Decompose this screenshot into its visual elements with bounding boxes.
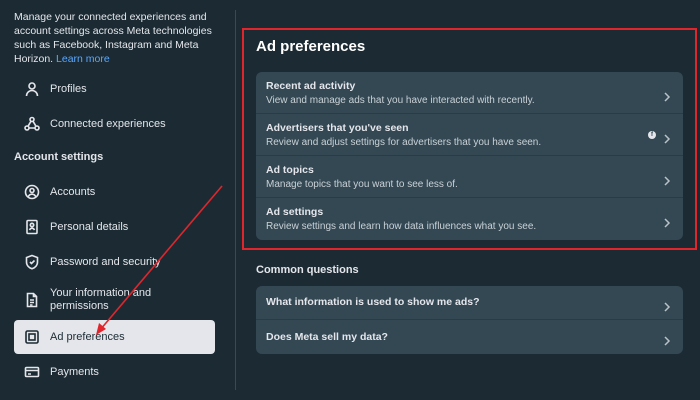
id-card-icon [23,218,41,236]
sidebar-divider [235,10,236,390]
connected-nodes-icon [23,115,41,133]
chevron-right-icon [663,215,671,228]
sidebar-item-label: Personal details [50,221,129,233]
sidebar-item-label: Accounts [50,186,96,198]
sidebar-item-label: Profiles [50,83,87,95]
sidebar-item-personal-details[interactable]: Personal details [14,210,215,244]
intro-text: Manage your connected experiences and ac… [14,11,212,65]
chevron-right-icon [663,131,671,144]
page-title: Ad preferences [256,38,366,55]
row-advertisers-seen[interactable]: Advertisers that you've seen Review and … [256,114,683,156]
person-icon [23,80,41,98]
ad-preferences-card: Recent ad activity View and manage ads t… [256,72,683,240]
row-subtitle: Review settings and learn how data influ… [266,221,537,232]
question-sell-data[interactable]: Does Meta sell my data? [256,320,683,354]
common-questions-card: What information is used to show me ads?… [256,286,683,354]
sidebar-item-label: Password and security [50,256,161,268]
sidebar-item-accounts[interactable]: Accounts [14,175,215,209]
chevron-right-icon [663,89,671,102]
info-doc-icon [23,291,41,309]
row-subtitle: Review and adjust settings for advertise… [266,137,542,148]
credit-card-icon [23,363,41,381]
sidebar-item-label: Payments [50,366,99,378]
sidebar-item-label: Connected experiences [50,118,166,130]
facebook-icon: f [648,130,656,139]
row-title: Ad settings [266,206,324,218]
row-subtitle: View and manage ads that you have intera… [266,95,535,106]
row-title: Ad topics [266,164,314,176]
row-ad-settings[interactable]: Ad settings Review settings and learn ho… [256,198,683,240]
sidebar-item-label: Your information and permissions [50,287,152,312]
learn-more-link[interactable]: Learn more [56,53,110,65]
row-title: Advertisers that you've seen [266,122,409,134]
sidebar-item-password-security[interactable]: Password and security [14,245,215,279]
question-info-used[interactable]: What information is used to show me ads? [256,286,683,320]
ad-icon [23,328,41,346]
question-title: Does Meta sell my data? [266,330,388,343]
chevron-right-icon [663,299,671,312]
row-ad-topics[interactable]: Ad topics Manage topics that you want to… [256,156,683,198]
account-circle-icon [23,183,41,201]
row-title: Recent ad activity [266,80,356,92]
row-recent-ad-activity[interactable]: Recent ad activity View and manage ads t… [256,72,683,114]
chevron-right-icon [663,333,671,346]
common-questions-heading: Common questions [256,264,359,276]
page: Manage your connected experiences and ac… [0,0,700,400]
sidebar-item-your-information[interactable]: Your information and permissions [14,282,215,318]
question-title: What information is used to show me ads? [266,296,480,308]
section-label-account-settings: Account settings [14,151,104,163]
sidebar-item-connected-experiences[interactable]: Connected experiences [14,107,215,141]
row-subtitle: Manage topics that you want to see less … [266,179,458,190]
sidebar-item-ad-preferences[interactable]: Ad preferences [14,320,215,354]
sidebar-item-payments[interactable]: Payments [14,355,215,389]
sidebar-item-profiles[interactable]: Profiles [14,72,215,106]
sidebar: Manage your connected experiences and ac… [0,0,236,400]
sidebar-intro: Manage your connected experiences and ac… [14,10,226,66]
chevron-right-icon [663,173,671,186]
shield-icon [23,253,41,271]
sidebar-item-label: Ad preferences [50,331,125,343]
